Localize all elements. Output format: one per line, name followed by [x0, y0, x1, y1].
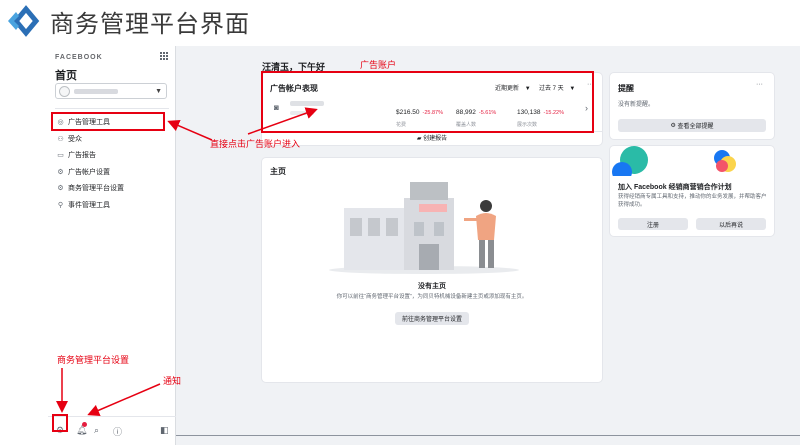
empty-pages-title: 没有主页	[418, 283, 446, 290]
page-bottom-edge	[176, 435, 800, 436]
business-avatar	[59, 86, 70, 97]
reminders-card: 提醒 ··· 没有新提醒。 ⚙ 查看全部提醒	[610, 73, 774, 139]
annotation-business-settings: 商务管理平台设置	[57, 356, 130, 366]
reminders-empty-text: 没有新提醒。	[618, 102, 655, 108]
sidebar-item-label: 事件管理工具	[68, 201, 110, 209]
sidebar-item-label: 广告报告	[68, 152, 96, 160]
home-heading: 首页	[55, 70, 77, 82]
sidebar-item-events-manager[interactable]: ⚲ 事件管理工具	[52, 197, 170, 214]
ad-account-highlight-box	[261, 71, 594, 133]
business-account-selector[interactable]: ▼	[55, 83, 167, 99]
sidebar-item-label: 广告帐户设置	[68, 168, 110, 176]
annotation-notifications: 通知	[163, 377, 182, 387]
maybe-later-button[interactable]: 以后再说	[696, 218, 766, 230]
partner-banner-illustration-icon	[612, 146, 736, 176]
search-icon[interactable]: ⌕	[94, 425, 99, 436]
annotation-ad-account: 广告账户	[360, 61, 397, 71]
create-report-button[interactable]: ▰ 创建报告	[262, 133, 602, 142]
sidebar-item-label: 受众	[68, 135, 82, 143]
sidebar-item-label: 商务管理平台设置	[68, 185, 124, 193]
sidebar-divider	[55, 108, 169, 109]
notification-badge	[82, 422, 87, 427]
help-icon[interactable]: ⓘ	[113, 425, 122, 438]
sidebar-item-audiences[interactable]: ⚇ 受众	[52, 131, 170, 148]
reminders-title: 提醒	[618, 84, 634, 93]
go-to-business-settings-button[interactable]: 前往商务管理平台设置	[395, 312, 469, 325]
pages-card: 主页 没有主页 你可以前往“商务管理平台设置”，为同贝特机械设备新建主页或添加现…	[262, 158, 602, 382]
gear-icon: ⚙	[57, 185, 64, 193]
panel-toggle-icon[interactable]: ◧	[160, 425, 169, 436]
report-icon: ▭	[57, 152, 64, 160]
annotation-click-hint: 直接点击广告账户进入	[210, 140, 301, 150]
create-report-label: 创建报告	[423, 136, 448, 142]
ad-settings-icon: ⚙	[57, 168, 64, 176]
events-icon: ⚲	[57, 201, 64, 209]
more-options-icon[interactable]: ···	[756, 81, 763, 88]
app-grid-icon[interactable]	[160, 52, 168, 60]
audience-icon: ⚇	[57, 135, 64, 143]
pages-title: 主页	[270, 167, 286, 176]
facebook-wordmark: FACEBOOK	[55, 54, 103, 61]
partner-program-card: 加入 Facebook 经销商营销合作计划 获得经销商专属工具和支持，推动你的业…	[610, 146, 774, 236]
partner-title: 加入 Facebook 经销商营销合作计划	[618, 184, 732, 191]
register-button[interactable]: 注册	[618, 218, 688, 230]
page-title: 商务管理平台界面	[50, 9, 250, 38]
chevron-down-icon: ▼	[155, 88, 162, 95]
settings-highlight-box	[52, 414, 68, 432]
sidebar: FACEBOOK 首页 ▼ ◎ 广告管理工具 ⚇ 受众 ▭ 广告报告 ⚙ 广告帐…	[48, 46, 176, 445]
empty-pages-description: 你可以前往“商务管理平台设置”，为同贝特机械设备新建主页或添加现有主页。	[336, 294, 528, 300]
ads-manager-highlight-box	[51, 112, 165, 131]
empty-pages-illustration-icon	[329, 182, 519, 274]
page-banner: 商务管理平台界面	[0, 0, 800, 42]
business-name-redacted	[74, 89, 118, 94]
view-all-reminders-label: 查看全部提醒	[677, 124, 714, 130]
brand-logo-icon	[8, 5, 40, 37]
view-all-reminders-button[interactable]: ⚙ 查看全部提醒	[618, 119, 766, 132]
sidebar-item-ad-account-settings[interactable]: ⚙ 广告帐户设置	[52, 164, 170, 181]
partner-description: 获得经销商专属工具和支持，推动你的业务发展，并帮助客户获得成功。	[618, 194, 767, 208]
sidebar-item-business-settings[interactable]: ⚙ 商务管理平台设置	[52, 180, 170, 197]
sidebar-item-ads-reporting[interactable]: ▭ 广告报告	[52, 147, 170, 164]
gear-icon: ⚙	[670, 123, 678, 129]
